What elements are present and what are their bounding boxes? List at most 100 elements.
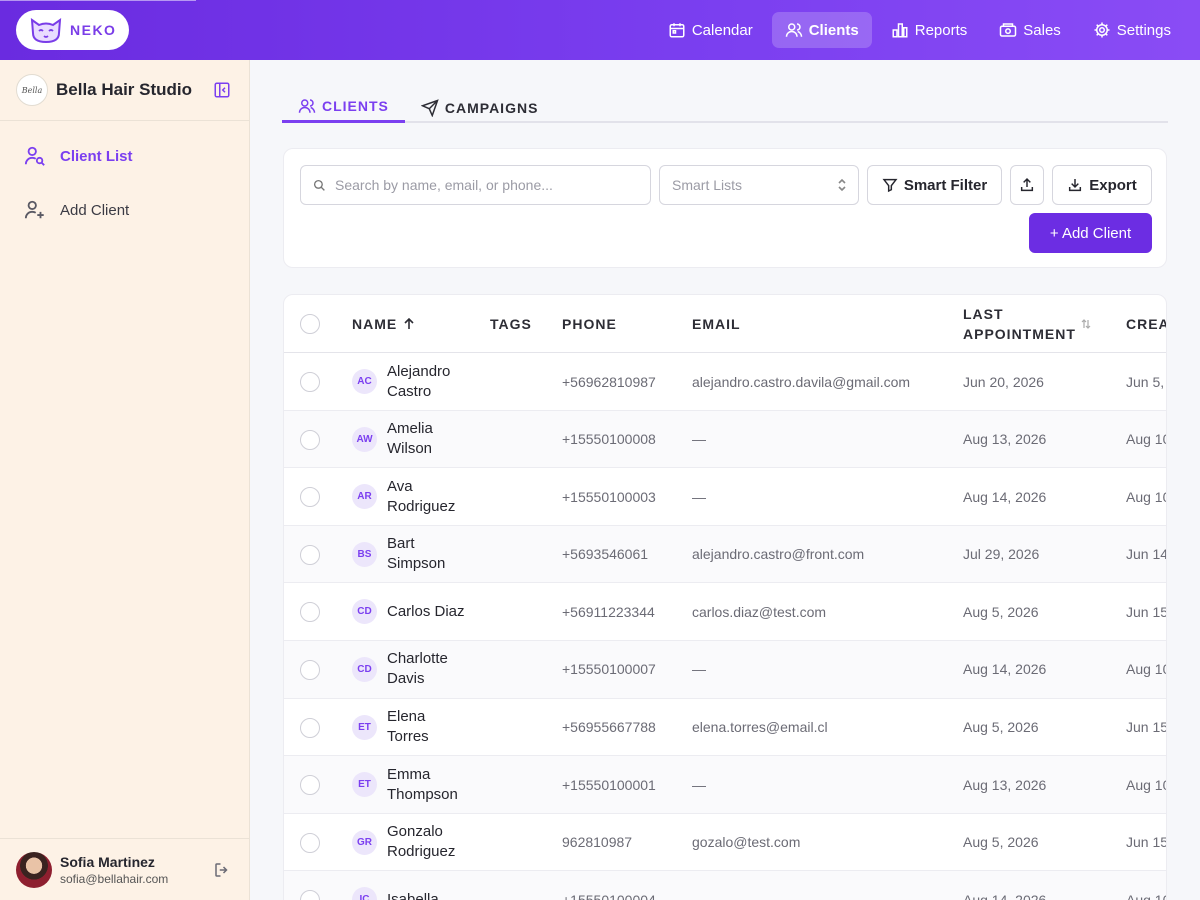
nav-calendar[interactable]: Calendar	[655, 12, 766, 48]
sidebar-item-label: Add Client	[60, 201, 130, 219]
initials-avatar: ET	[352, 772, 377, 798]
nav-reports-label: Reports	[914, 21, 968, 39]
smart-filter-button[interactable]: Smart Filter	[867, 165, 1002, 205]
avatar[interactable]	[16, 851, 52, 888]
import-button[interactable]	[1010, 165, 1044, 205]
search-input[interactable]	[335, 177, 635, 193]
row-checkbox[interactable]	[300, 659, 320, 680]
client-name-link[interactable]: Charlotte Davis	[387, 649, 467, 689]
main-nav: Calendar Clients Reports Sales Settings	[655, 12, 1184, 48]
smart-lists-select[interactable]: Smart Lists	[659, 165, 859, 205]
initials-avatar: AW	[352, 426, 377, 452]
users-icon	[298, 99, 316, 113]
initials-avatar: CD	[352, 599, 377, 625]
sidebar-collapse-icon[interactable]	[213, 81, 231, 99]
client-name-link[interactable]: Elena Torres	[387, 707, 467, 747]
user-profile: Sofia Martinez sofia@bellahair.com	[0, 838, 249, 900]
name-cell: ET Elena Torres	[352, 699, 467, 756]
sidebar-item-add-client[interactable]: Add Client	[0, 183, 249, 237]
row-checkbox[interactable]	[300, 429, 320, 450]
email-cell: —	[692, 661, 706, 678]
column-header-last-appointment[interactable]: LAST APPOINTMENT	[963, 295, 1098, 353]
row-checkbox[interactable]	[300, 890, 320, 900]
user-plus-icon	[24, 200, 44, 219]
sidebar-menu: Client List Add Client	[0, 121, 249, 237]
neko-logo[interactable]: NEKO	[16, 10, 129, 50]
last-appointment-cell: Aug 14, 2026	[963, 891, 1047, 900]
smart-filter-label: Smart Filter	[903, 176, 988, 194]
sidebar-item-client-list[interactable]: Client List	[0, 129, 249, 183]
initials-avatar: AC	[352, 369, 377, 394]
column-header-phone: PHONE	[562, 295, 617, 353]
client-name-link[interactable]: Gonzalo Rodriguez	[387, 822, 467, 862]
column-header-label: TAGS	[490, 316, 532, 332]
created-cell: Jun 15	[1126, 603, 1167, 620]
tab-campaigns[interactable]: CAMPAIGNS	[405, 92, 555, 123]
send-icon	[420, 98, 439, 117]
initials-avatar: ET	[352, 714, 377, 740]
nav-sales[interactable]: Sales	[986, 12, 1074, 48]
studio-logo: Bella	[16, 74, 48, 106]
table-row[interactable]: AW Amelia Wilson +15550100008 — Aug 13, …	[284, 410, 1166, 469]
nav-settings-label: Settings	[1116, 21, 1171, 39]
row-checkbox[interactable]	[300, 717, 320, 738]
client-name-link[interactable]: Carlos Diaz	[387, 602, 467, 622]
row-checkbox[interactable]	[300, 487, 320, 508]
created-cell: Aug 10	[1126, 488, 1167, 505]
client-name-link[interactable]: Emma Thompson	[387, 765, 467, 805]
tab-clients[interactable]: CLIENTS	[282, 92, 405, 123]
chevron-up-down-icon	[838, 178, 846, 192]
logout-icon[interactable]	[213, 861, 231, 879]
add-client-label: + Add Client	[1049, 224, 1132, 242]
table-row[interactable]: AC Alejandro Castro +56962810987 alejand…	[284, 353, 1166, 411]
name-cell: CD Charlotte Davis	[352, 641, 467, 698]
name-cell: GR Gonzalo Rodriguez	[352, 814, 467, 871]
row-checkbox[interactable]	[300, 832, 320, 853]
nav-calendar-label: Calendar	[691, 21, 753, 39]
column-header-created: CREATED	[1126, 295, 1166, 353]
client-name-link[interactable]: Ava Rodriguez	[387, 477, 467, 517]
table-row[interactable]: AR Ava Rodriguez +15550100003 — Aug 14, …	[284, 468, 1166, 526]
email-cell: —	[692, 776, 706, 793]
table-row[interactable]: GR Gonzalo Rodriguez 962810987 gozalo@te…	[284, 814, 1166, 872]
table-row[interactable]: ET Elena Torres +56955667788 elena.torre…	[284, 699, 1166, 757]
initials-avatar: BS	[352, 541, 377, 567]
phone-cell: +5693546061	[562, 546, 649, 563]
email-cell: carlos.diaz@test.com	[692, 603, 827, 620]
email-cell: —	[692, 488, 706, 505]
column-header-label: PHONE	[562, 316, 617, 332]
column-header-name[interactable]: NAME	[352, 295, 415, 353]
select-all-checkbox[interactable]	[300, 314, 320, 334]
email-cell: gozalo@test.com	[692, 834, 801, 851]
add-client-button[interactable]: + Add Client	[1029, 213, 1152, 253]
client-name-link[interactable]: Bart Simpson	[387, 534, 467, 574]
user-name: Sofia Martinez	[60, 853, 155, 870]
table-row[interactable]: CD Charlotte Davis +15550100007 — Aug 14…	[284, 640, 1166, 699]
row-checkbox[interactable]	[300, 602, 320, 623]
row-checkbox[interactable]	[300, 372, 320, 392]
tab-label: CLIENTS	[322, 98, 389, 114]
table-header: NAME TAGS PHONE EMAIL LAST APPOINTMENT C…	[284, 295, 1166, 353]
email-cell: elena.torres@email.cl	[692, 719, 828, 736]
table-row[interactable]: BS Bart Simpson +5693546061 alejandro.ca…	[284, 525, 1166, 584]
studio-name: Bella Hair Studio	[56, 80, 193, 99]
nav-clients[interactable]: Clients	[771, 12, 872, 48]
export-button[interactable]: Export	[1052, 165, 1152, 205]
client-name-link[interactable]: Alejandro Castro	[387, 362, 467, 402]
row-checkbox[interactable]	[300, 775, 320, 796]
table-row[interactable]: IC Isabella +15550100004 — Aug 14, 2026 …	[284, 871, 1166, 900]
table-row[interactable]: CD Carlos Diaz +56911223344 carlos.diaz@…	[284, 583, 1166, 641]
client-name-link[interactable]: Isabella	[387, 890, 467, 900]
gear-icon	[1094, 22, 1110, 38]
clients-table: NAME TAGS PHONE EMAIL LAST APPOINTMENT C…	[283, 294, 1167, 900]
client-name-link[interactable]: Amelia Wilson	[387, 419, 467, 459]
search-icon	[313, 179, 325, 191]
column-header-label: NAME	[352, 316, 398, 332]
nav-settings[interactable]: Settings	[1080, 12, 1184, 48]
export-label: Export	[1089, 176, 1137, 194]
name-cell: AC Alejandro Castro	[352, 353, 467, 410]
row-checkbox[interactable]	[300, 544, 320, 565]
last-appointment-cell: Aug 13, 2026	[963, 431, 1047, 448]
table-row[interactable]: ET Emma Thompson +15550100001 — Aug 13, …	[284, 756, 1166, 814]
nav-reports[interactable]: Reports	[878, 12, 981, 48]
